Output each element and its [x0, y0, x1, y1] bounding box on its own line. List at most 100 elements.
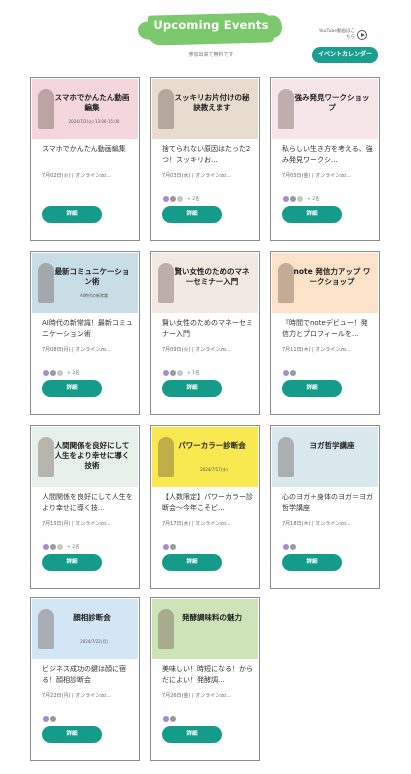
attendee-avatars — [162, 708, 242, 723]
detail-button[interactable]: 詳細 — [162, 380, 222, 397]
event-card[interactable]: スッキリお片付けの秘訣教えます 捨てられない原因はたった2つ！スッキリお... … — [150, 77, 260, 241]
event-calendar-button[interactable]: イベントカレンダー — [312, 47, 378, 63]
play-icon[interactable] — [357, 30, 367, 40]
thumbnail-title: 発酵調味料の魅力 — [182, 613, 242, 622]
thumbnail-title: スッキリお片付けの秘訣教えます — [174, 93, 250, 112]
event-title[interactable]: 捨てられない原因はたった2つ！スッキリお... — [162, 144, 254, 166]
event-thumbnail[interactable]: 賢い女性のためのマネーセミナー入門 — [152, 253, 258, 313]
event-card[interactable]: 最新コミュニケーション術 AI時代の新常識 AI時代の新常識！最新コミュニケーシ… — [30, 251, 140, 415]
detail-button[interactable]: 詳細 — [42, 206, 102, 223]
event-thumbnail[interactable]: スマホでかんたん動画編集 2024/7/2(火) 13:00-15:00 — [32, 79, 138, 139]
avatar — [56, 368, 64, 377]
detail-button[interactable]: 詳細 — [282, 380, 342, 397]
avatar — [296, 194, 304, 203]
avatar — [169, 542, 177, 551]
thumbnail-title: 顔相診断会 — [73, 613, 111, 622]
thumbnail-title: 人間関係を良好にして人生をより幸せに導く技術 — [54, 441, 130, 470]
detail-button[interactable]: 詳細 — [282, 206, 342, 223]
page-title: Upcoming Events — [153, 18, 269, 32]
event-card[interactable]: 賢い女性のためのマネーセミナー入門 賢い女性のためのマネーセミナー入門 7月09… — [150, 251, 260, 415]
event-card[interactable]: 人間関係を良好にして人生をより幸せに導く技術 人間関係を良好にして人生をより幸せ… — [30, 425, 140, 589]
event-date-location: 7月08日(月) | オンラインzo... — [42, 347, 111, 353]
event-title[interactable]: スマホでかんたん動画編集 — [42, 144, 134, 166]
event-date-location: 7月09日(火) | オンラインzo... — [162, 347, 231, 353]
avatar — [289, 368, 297, 377]
page-header: Upcoming Events 参加出来て無料です YouTube動画はこちら … — [0, 0, 411, 70]
event-thumbnail[interactable]: 発酵調味料の魅力 — [152, 599, 258, 659]
page-subtitle: 参加出来て無料です — [188, 52, 234, 58]
event-thumbnail[interactable]: パワーカラー診断会 2024/7/17(水) — [152, 427, 258, 487]
event-card[interactable]: 強み発見ワークショップ 私らしい生き方を考える、強み発見ワークシ... 7月05… — [270, 77, 380, 241]
thumbnail-subtitle: 2024/7/17(水) — [200, 467, 228, 472]
detail-button[interactable]: 詳細 — [42, 726, 102, 743]
event-date-location: 7月15日(月) | オンラインzo... — [42, 521, 111, 527]
event-title[interactable]: 美味しい！時短になる！からだによい！発酵調... — [162, 664, 254, 686]
attendee-count: + 2名 — [307, 196, 320, 202]
detail-button[interactable]: 詳細 — [42, 380, 102, 397]
detail-button[interactable]: 詳細 — [162, 206, 222, 223]
attendee-avatars: + 2名 — [42, 362, 122, 377]
thumbnail-title: note 発信力アップ ワークショップ — [293, 267, 371, 286]
thumbnail-title: パワーカラー診断会 — [178, 441, 246, 450]
event-card[interactable]: 顔相診断会 2024/7/22(月) ビジネス成功の鍵は顔に宿る！顔相診断会 7… — [30, 597, 140, 761]
attendee-avatars: + 1名 — [162, 362, 242, 377]
attendee-avatars: + 2名 — [282, 188, 362, 203]
event-title[interactable]: 私らしい生き方を考える、強み発見ワークシ... — [282, 144, 374, 166]
attendee-avatars — [42, 188, 122, 196]
avatar — [169, 714, 177, 723]
event-title[interactable]: 【人数限定】パワーカラー診断会〜今年こそビ... — [162, 492, 254, 514]
event-thumbnail[interactable]: スッキリお片付けの秘訣教えます — [152, 79, 258, 139]
attendee-count: + 2名 — [187, 196, 200, 202]
attendee-count: + 2名 — [67, 370, 80, 376]
event-date-location: 7月18日(木) | オンラインzo... — [282, 521, 351, 527]
event-date-location: 7月11日(木) | オンラインzo... — [282, 347, 351, 353]
event-thumbnail[interactable]: note 発信力アップ ワークショップ — [272, 253, 378, 313]
attendee-avatars — [282, 362, 362, 377]
event-card[interactable]: note 発信力アップ ワークショップ 『時間でnoteデビュー！発信力とプロフ… — [270, 251, 380, 415]
youtube-link[interactable]: YouTube動画はこちら — [315, 29, 355, 41]
event-title[interactable]: ビジネス成功の鍵は顔に宿る！顔相診断会 — [42, 664, 134, 686]
event-thumbnail[interactable]: 顔相診断会 2024/7/22(月) — [32, 599, 138, 659]
thumbnail-title: 強み発見ワークショップ — [294, 93, 370, 112]
event-thumbnail[interactable]: 強み発見ワークショップ — [272, 79, 378, 139]
thumbnail-title: 賢い女性のためのマネーセミナー入門 — [174, 267, 250, 286]
detail-button[interactable]: 詳細 — [282, 554, 342, 571]
detail-button[interactable]: 詳細 — [162, 554, 222, 571]
event-title[interactable]: 賢い女性のためのマネーセミナー入門 — [162, 318, 254, 340]
event-title[interactable]: 人間関係を良好にして人生をより幸せに導く技... — [42, 492, 134, 514]
thumbnail-subtitle: 2024/7/22(月) — [80, 639, 108, 644]
thumbnail-title: ヨガ哲学講座 — [309, 441, 355, 450]
event-title[interactable]: 『時間でnoteデビュー！発信力とプロフィールを... — [282, 318, 374, 340]
attendee-avatars — [282, 536, 362, 551]
event-card[interactable]: スマホでかんたん動画編集 2024/7/2(火) 13:00-15:00 スマホ… — [30, 77, 140, 241]
event-date-location: 7月05日(金) | オンラインzo... — [282, 173, 351, 179]
thumbnail-title: スマホでかんたん動画編集 — [54, 93, 130, 112]
attendee-count: + 1名 — [187, 370, 200, 376]
event-date-location: 7月02日(火) | オンラインzo... — [42, 173, 111, 179]
event-title[interactable]: 心のヨガ＋身体のヨガ＝ヨガ哲学講座 — [282, 492, 374, 514]
event-date-location: 7月26日(金) | オンラインzo... — [162, 693, 231, 699]
event-thumbnail[interactable]: ヨガ哲学講座 — [272, 427, 378, 487]
event-date-location: 7月22日(月) | オンラインzo... — [42, 693, 111, 699]
attendee-avatars: + 2名 — [42, 536, 122, 551]
event-title[interactable]: AI時代の新常識！最新コミュニケーション術 — [42, 318, 134, 340]
attendee-avatars: + 2名 — [162, 188, 242, 203]
detail-button[interactable]: 詳細 — [42, 554, 102, 571]
event-date-location: 7月03日(水) | オンラインzo... — [162, 173, 231, 179]
avatar — [176, 368, 184, 377]
detail-button[interactable]: 詳細 — [162, 726, 222, 743]
thumbnail-title: 最新コミュニケーション術 — [54, 267, 130, 286]
attendee-avatars — [42, 708, 122, 723]
thumbnail-subtitle: AI時代の新常識 — [80, 293, 108, 298]
event-card[interactable]: 発酵調味料の魅力 美味しい！時短になる！からだによい！発酵調... 7月26日(… — [150, 597, 260, 761]
thumbnail-subtitle: 2024/7/2(火) 13:00-15:00 — [68, 119, 120, 124]
event-card[interactable]: パワーカラー診断会 2024/7/17(水) 【人数限定】パワーカラー診断会〜今… — [150, 425, 260, 589]
event-thumbnail[interactable]: 人間関係を良好にして人生をより幸せに導く技術 — [32, 427, 138, 487]
event-date-location: 7月17日(水) | オンラインzo... — [162, 521, 231, 527]
avatar — [176, 194, 184, 203]
attendee-avatars — [162, 536, 242, 551]
avatar — [49, 714, 57, 723]
event-thumbnail[interactable]: 最新コミュニケーション術 AI時代の新常識 — [32, 253, 138, 313]
attendee-count: + 2名 — [67, 544, 80, 550]
event-card[interactable]: ヨガ哲学講座 心のヨガ＋身体のヨガ＝ヨガ哲学講座 7月18日(木) | オンライ… — [270, 425, 380, 589]
